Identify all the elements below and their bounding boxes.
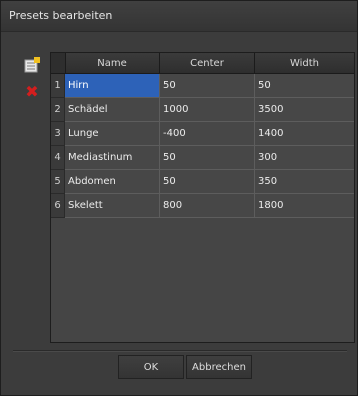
add-row-button[interactable] <box>24 57 40 73</box>
presets-table: Name Center Width 1 Hirn 50 50 2 Schädel… <box>50 52 355 343</box>
cell-name[interactable]: Schädel <box>65 98 160 122</box>
row-number: 3 <box>51 122 65 146</box>
header-corner <box>51 53 66 73</box>
cell-name[interactable]: Hirn <box>65 74 160 98</box>
row-number: 4 <box>51 146 65 170</box>
footer-separator <box>13 350 347 352</box>
cell-width[interactable]: 1400 <box>255 122 354 146</box>
row-number: 1 <box>51 74 65 98</box>
cancel-button[interactable]: Abbrechen <box>186 355 252 379</box>
row-number: 2 <box>51 98 65 122</box>
cell-center[interactable]: 1000 <box>160 98 255 122</box>
row-number: 6 <box>51 194 65 218</box>
cell-width[interactable]: 3500 <box>255 98 354 122</box>
cell-width[interactable]: 300 <box>255 146 354 170</box>
column-header-name[interactable]: Name <box>65 53 160 73</box>
row-number: 5 <box>51 170 65 194</box>
cell-width[interactable]: 50 <box>255 74 354 98</box>
cell-width[interactable]: 350 <box>255 170 354 194</box>
table-row[interactable]: 3 Lunge -400 1400 <box>51 122 354 146</box>
delete-row-button[interactable]: ✖ <box>24 84 40 100</box>
cell-width[interactable]: 1800 <box>255 194 354 218</box>
table-row[interactable]: 4 Mediastinum 50 300 <box>51 146 354 170</box>
table-row[interactable]: 6 Skelett 800 1800 <box>51 194 354 218</box>
table-row[interactable]: 2 Schädel 1000 3500 <box>51 98 354 122</box>
cell-name[interactable]: Lunge <box>65 122 160 146</box>
delete-row-icon: ✖ <box>25 82 39 101</box>
cell-center[interactable]: 50 <box>160 170 255 194</box>
cell-name[interactable]: Mediastinum <box>65 146 160 170</box>
table-header: Name Center Width <box>51 53 354 74</box>
column-header-width[interactable]: Width <box>255 53 354 73</box>
presets-dialog: Presets bearbeiten ✖ Name Center Width 1… <box>0 0 358 396</box>
cell-center[interactable]: 50 <box>160 74 255 98</box>
cell-center[interactable]: -400 <box>160 122 255 146</box>
table-row[interactable]: 5 Abdomen 50 350 <box>51 170 354 194</box>
ok-button[interactable]: OK <box>118 355 184 379</box>
add-row-icon <box>24 57 40 73</box>
window-title: Presets bearbeiten <box>9 9 113 22</box>
cell-center[interactable]: 50 <box>160 146 255 170</box>
cell-center[interactable]: 800 <box>160 194 255 218</box>
column-header-center[interactable]: Center <box>160 53 255 73</box>
cell-name[interactable]: Abdomen <box>65 170 160 194</box>
cell-name[interactable]: Skelett <box>65 194 160 218</box>
title-bar: Presets bearbeiten <box>1 1 357 32</box>
table-row[interactable]: 1 Hirn 50 50 <box>51 74 354 98</box>
